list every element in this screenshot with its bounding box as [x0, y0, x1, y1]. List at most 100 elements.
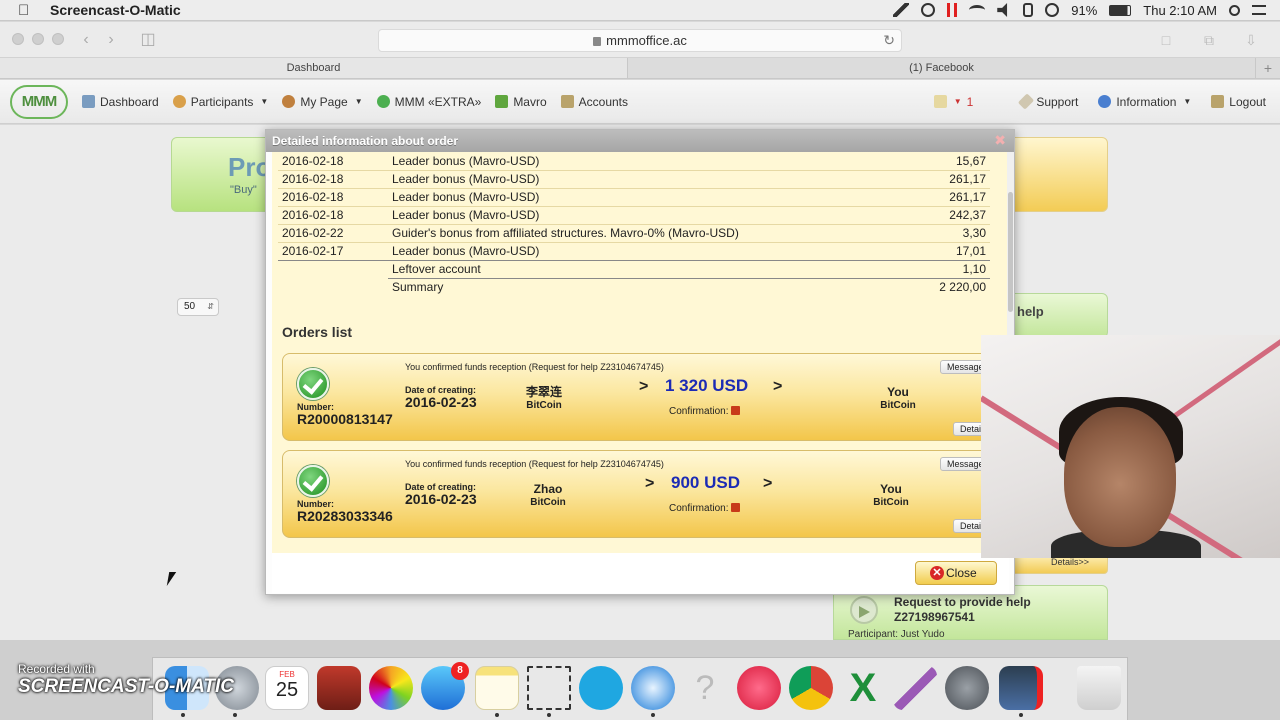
nav-information[interactable]: Information ▼ — [1098, 95, 1191, 109]
app-store-badge: 8 — [451, 662, 469, 680]
site-navigation: MMM Dashboard Participants ▼ My Page ▼ MMM… — [0, 80, 1280, 124]
screenshot-icon[interactable] — [527, 666, 571, 710]
nav-label: My Page — [300, 94, 348, 109]
nav-mavro[interactable]: Mavro — [495, 95, 547, 109]
dashboard-icon — [82, 95, 95, 108]
tx-date: 2016-02-22 — [278, 224, 388, 243]
nav-logout[interactable]: Logout — [1211, 95, 1266, 109]
order-card: Number: R20000813147 You confirmed funds… — [282, 353, 1009, 441]
tab-bar: Dashboard (1) Facebook + — [0, 58, 1280, 79]
per-page-select[interactable]: 50 ⇵ — [177, 298, 219, 316]
menubar-clock[interactable]: Thu 2:10 AM — [1143, 3, 1217, 18]
accounts-icon — [560, 95, 574, 108]
watermark-line2: SCREENCAST-O-MATIC — [18, 676, 235, 697]
photo-booth-icon[interactable] — [317, 666, 361, 710]
close-icon[interactable]: ✖ — [994, 133, 1006, 147]
calendar-month: FEB — [279, 670, 295, 679]
skype-icon[interactable] — [579, 666, 623, 710]
zoom-window-button[interactable] — [52, 33, 64, 45]
back-icon[interactable]: ‹ — [74, 29, 98, 51]
sidebar-icon[interactable]: ◫ — [136, 29, 160, 51]
tab-dashboard[interactable]: Dashboard — [0, 58, 628, 78]
apple-icon[interactable]:  — [18, 2, 38, 19]
forward-icon[interactable]: › — [99, 29, 123, 51]
close-button[interactable]: ✕ Close — [915, 561, 997, 585]
modal-title: Detailed information about order — [266, 130, 1014, 152]
share-icon[interactable]: □ — [1155, 29, 1177, 51]
downloads-icon[interactable]: ⇩ — [1240, 29, 1262, 51]
photos-icon[interactable] — [369, 666, 413, 710]
pen-icon[interactable] — [893, 3, 910, 17]
nav-mail[interactable]: ▼ 1 — [933, 95, 973, 109]
request-number: Z27198967541 — [894, 610, 975, 624]
system-preferences-icon[interactable] — [945, 666, 989, 710]
screencast-icon[interactable] — [999, 666, 1043, 710]
tx-desc: Guider's bonus from affiliated structure… — [388, 224, 910, 243]
sync-icon[interactable] — [921, 3, 936, 17]
tx-date — [278, 278, 388, 296]
table-row-summary: Summary 2 220,00 — [278, 278, 990, 296]
table-row: 2016-02-18 Leader bonus (Mavro-USD) 261,… — [278, 188, 990, 207]
app-name[interactable]: Screencast-O-Matic — [50, 2, 181, 18]
trash-icon[interactable] — [1077, 666, 1121, 710]
table-row: 2016-02-22 Guider's bonus from affiliate… — [278, 224, 990, 243]
receiver-name: You — [887, 385, 909, 399]
sender-method: BitCoin — [530, 497, 566, 508]
modal-footer: ✕ Close — [272, 553, 1009, 593]
safari-icon[interactable] — [631, 666, 675, 710]
confirmed-text: You confirmed funds reception (Request f… — [405, 362, 664, 372]
tab-facebook[interactable]: (1) Facebook — [628, 58, 1256, 78]
itunes-icon[interactable] — [737, 666, 781, 710]
calendar-icon[interactable]: FEB 25 — [265, 666, 309, 710]
promo-banner[interactable]: Pro "Buy" — [171, 137, 271, 212]
arrow-right-icon — [850, 596, 878, 624]
reload-icon[interactable]: ↻ — [883, 30, 895, 51]
background-help-card[interactable]: help — [1004, 293, 1108, 338]
notification-center-icon[interactable] — [1252, 5, 1266, 15]
time-machine-icon[interactable] — [1045, 3, 1060, 17]
wifi-icon[interactable] — [969, 5, 986, 15]
receiver-name: You — [880, 482, 902, 496]
nav-mmm-extra[interactable]: MMM «EXTRA» — [376, 95, 481, 109]
bluetooth-icon[interactable] — [1023, 3, 1034, 17]
running-indicator — [495, 713, 499, 717]
tx-desc: Leader bonus (Mavro-USD) — [388, 242, 910, 261]
minimize-window-button[interactable] — [32, 33, 44, 45]
tx-amount: 17,01 — [909, 242, 990, 261]
volume-icon[interactable] — [997, 3, 1008, 17]
scroll-thumb[interactable] — [1008, 192, 1013, 312]
confirmation-icon — [731, 406, 741, 415]
nav-accounts[interactable]: Accounts — [560, 95, 628, 109]
order-amount: 900 USD — [671, 473, 740, 492]
presenter-face — [1064, 407, 1176, 547]
nav-label: Support — [1036, 94, 1079, 109]
nav-my-page[interactable]: My Page ▼ — [282, 94, 363, 109]
browser-toolbar: ‹ › ◫ mmmoffice.ac ↻ □ ⧉ ⇩ — [0, 22, 1280, 58]
order-number: R20000813147 — [297, 411, 393, 427]
help-icon[interactable]: ? — [683, 666, 727, 710]
tx-date: 2016-02-17 — [278, 242, 388, 261]
site-logo[interactable]: MMM — [10, 84, 68, 119]
tx-date: 2016-02-18 — [278, 152, 388, 171]
nav-participants[interactable]: Participants ▼ — [172, 95, 268, 109]
close-window-button[interactable] — [12, 33, 24, 45]
battery-icon[interactable] — [1109, 4, 1132, 16]
nav-dashboard[interactable]: Dashboard — [82, 95, 159, 109]
tabs-overview-icon[interactable]: ⧉ — [1198, 29, 1220, 51]
receiver-method: BitCoin — [880, 400, 916, 411]
pencil-icon — [1018, 93, 1035, 110]
new-tab-icon[interactable]: + — [1256, 58, 1280, 78]
pause-recording-icon[interactable] — [947, 3, 958, 17]
notes-icon[interactable] — [475, 666, 519, 710]
running-indicator — [1019, 713, 1023, 717]
address-bar[interactable]: mmmoffice.ac ↻ — [378, 29, 902, 52]
chrome-icon[interactable] — [789, 666, 833, 710]
excel-icon[interactable]: X — [841, 666, 885, 710]
confirmation-label: Confirmation: — [669, 503, 741, 514]
dock: FEB 25 8 ? X — [152, 657, 1128, 720]
feather-icon[interactable] — [893, 666, 937, 710]
spotlight-icon[interactable] — [1229, 4, 1240, 16]
running-indicator — [547, 713, 551, 717]
receiver: You BitCoin — [858, 386, 938, 412]
nav-support[interactable]: Support — [1018, 93, 1079, 110]
